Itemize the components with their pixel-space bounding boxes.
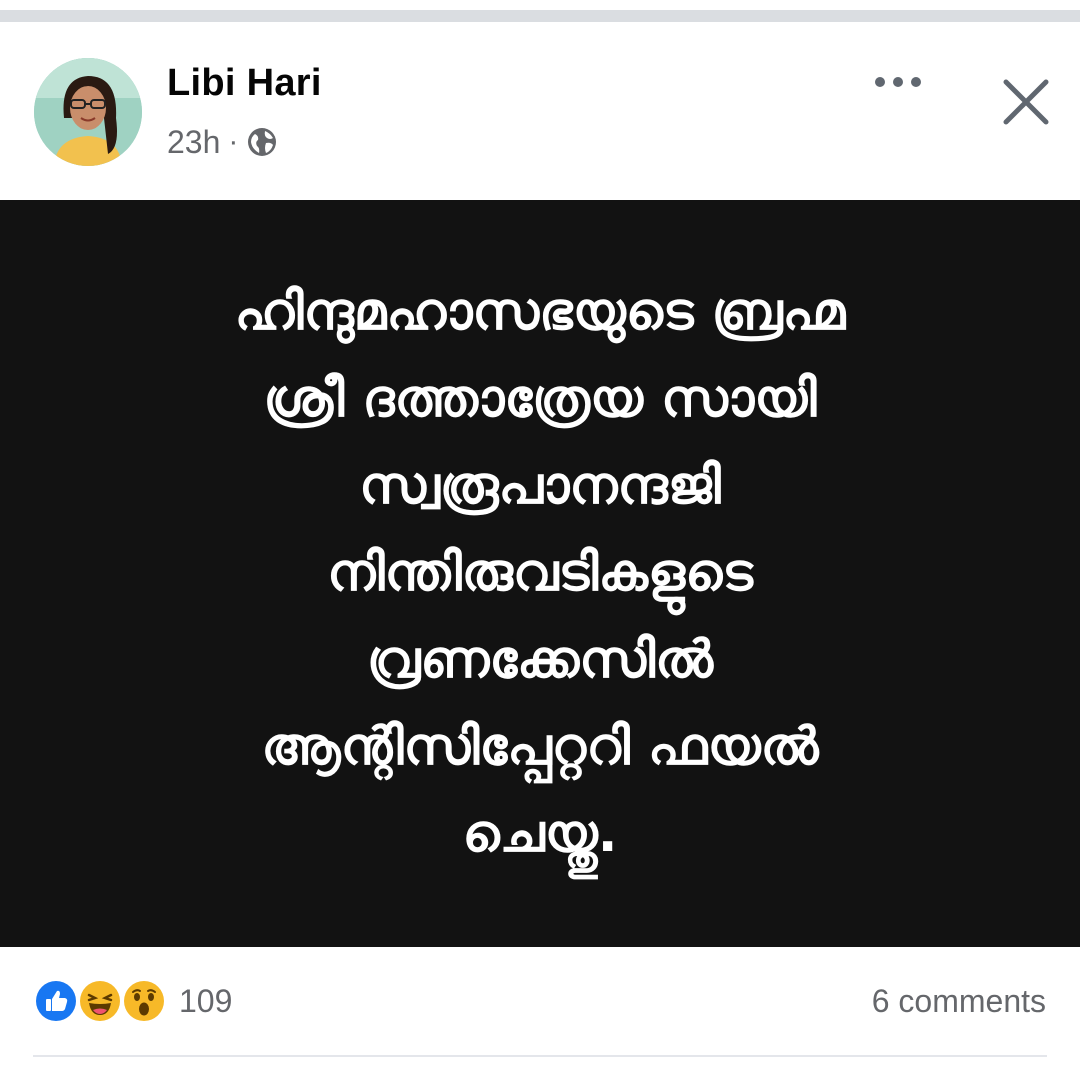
close-button[interactable] (996, 72, 1056, 132)
image-text-line: സ്വരൂപാനന്ദജി (359, 456, 721, 516)
avatar-image (34, 58, 142, 166)
comments-count-link[interactable]: 6 comments (872, 983, 1046, 1020)
post-meta: 23h · (167, 122, 278, 162)
more-options-button[interactable] (866, 62, 930, 102)
post-image[interactable]: ഹിന്ദുമഹാസഭയുടെ ബ്രഹ്മ ശ്രീ ദത്താത്രേയ സ… (0, 200, 1080, 947)
haha-icon (77, 978, 123, 1024)
wow-icon (121, 978, 167, 1024)
top-divider (0, 10, 1080, 22)
post-footer: 109 6 comments (0, 947, 1080, 1069)
image-text-line: ഹിന്ദുമഹാസഭയുടെ ബ്രഹ്മ (234, 282, 846, 342)
close-icon (1003, 79, 1049, 125)
meta-separator: · (228, 125, 239, 158)
image-text-line: വ്രണക്കേസിൽ (366, 630, 714, 690)
more-dot-icon (893, 77, 903, 87)
image-text-line: ശ്രീ ദത്താത്രേയ സായി (263, 369, 817, 429)
more-dot-icon (875, 77, 885, 87)
post-image-text: ഹിന്ദുമഹാസഭയുടെ ബ്രഹ്മ ശ്രീ ദത്താത്രേയ സ… (90, 269, 990, 878)
top-strip (0, 0, 1080, 10)
image-text-line: നിന്തിരുവടികളുടെ (327, 543, 753, 603)
image-text-line: ചെയ്തു. (462, 804, 618, 864)
author-name[interactable]: Libi Hari (167, 62, 322, 105)
post-time[interactable]: 23h (167, 124, 220, 161)
post-header: Libi Hari 23h · (0, 22, 1080, 200)
more-dot-icon (911, 77, 921, 87)
like-icon (33, 978, 79, 1024)
footer-divider (33, 1055, 1047, 1057)
globe-icon[interactable] (246, 126, 278, 158)
reaction-count[interactable]: 109 (179, 983, 232, 1020)
reactions-summary[interactable]: 109 (33, 977, 232, 1025)
avatar[interactable] (34, 58, 142, 166)
image-text-line: ആന്റിസിപ്പേറ്ററി ഫയൽ (261, 717, 819, 777)
